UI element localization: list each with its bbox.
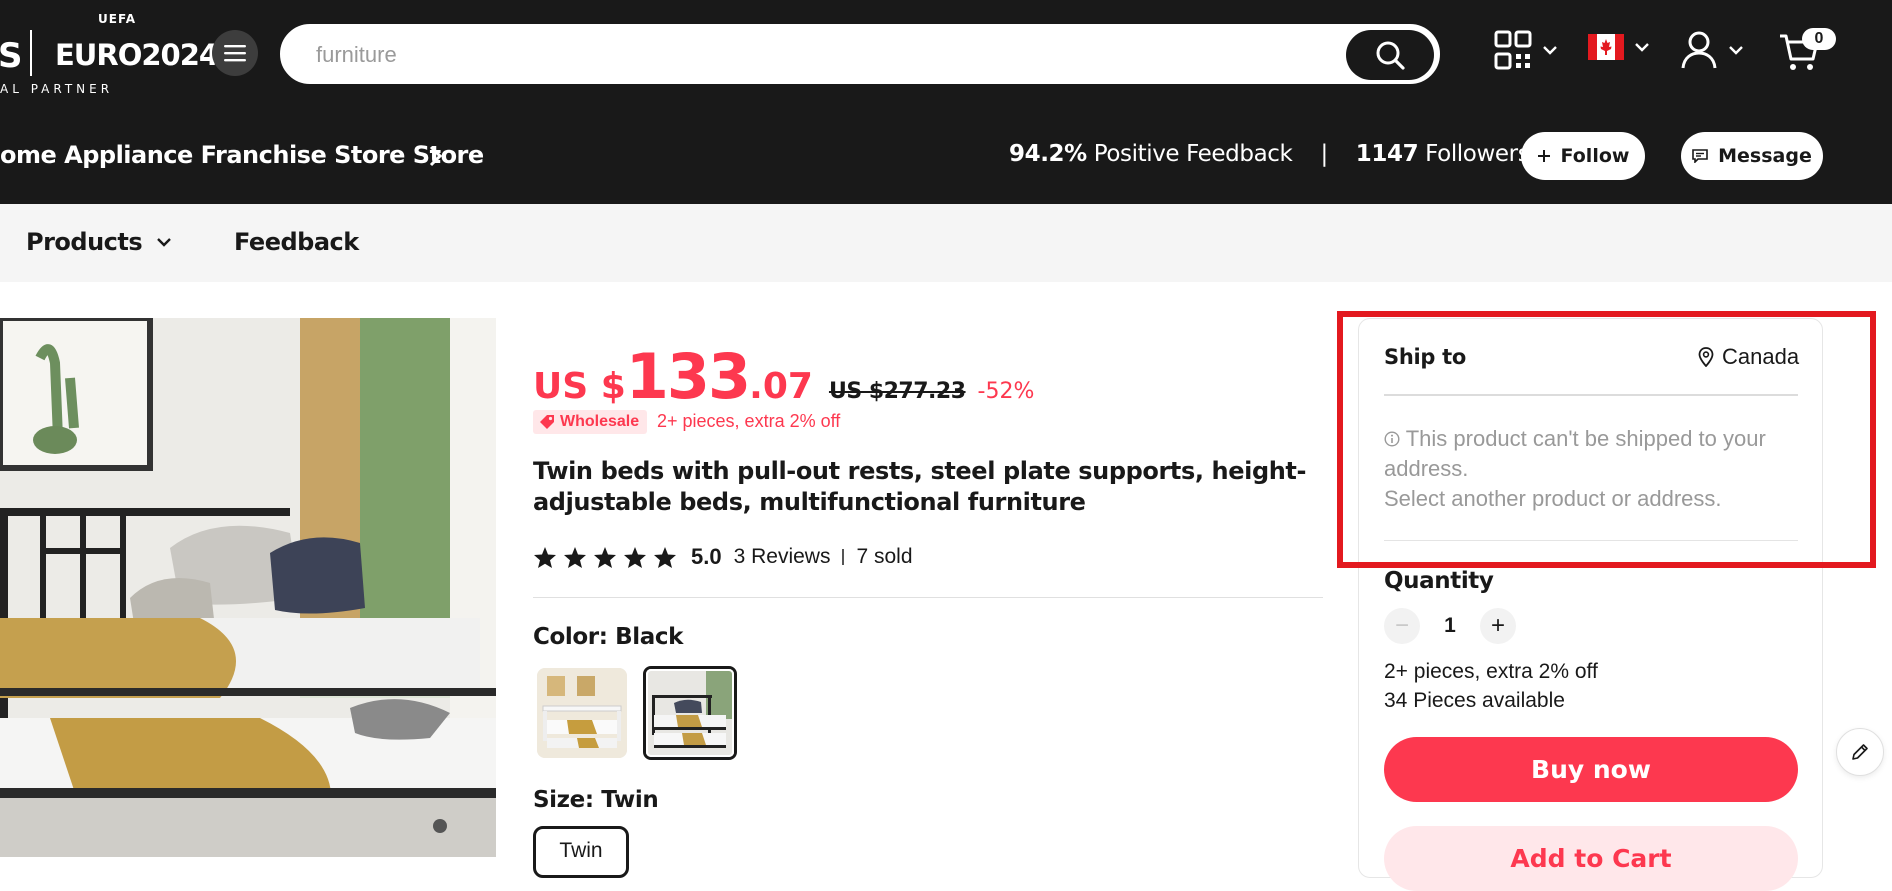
tag-icon [540, 415, 554, 429]
hamburger-icon [224, 45, 246, 62]
quantity-stepper: − 1 + [1384, 608, 1516, 644]
store-name-link[interactable]: ome Appliance Franchise Store Store [0, 141, 484, 169]
logo-divider [30, 30, 32, 76]
qr-code-menu[interactable] [1494, 30, 1558, 70]
shipping-notice: This product can't be shipped to your ad… [1384, 424, 1798, 514]
euro2024-logo: EURO2024™ [55, 38, 228, 72]
ship-country-label: Canada [1722, 344, 1800, 369]
add-to-cart-button[interactable]: Add to Cart [1384, 826, 1798, 891]
pencil-icon [1852, 744, 1868, 760]
star-icon [594, 546, 616, 568]
account-menu[interactable] [1680, 30, 1744, 70]
qr-code-icon [1494, 30, 1532, 70]
followers-count: 1147 [1355, 141, 1419, 167]
feedback-percentage: 94.2% [1009, 141, 1087, 167]
euro2024-text: EURO2024 [55, 38, 219, 72]
bed-illustration [0, 318, 496, 857]
divider [533, 597, 1323, 598]
quantity-increase-button[interactable]: + [1480, 608, 1516, 644]
user-icon [1681, 31, 1717, 69]
ship-to-label: Ship to [1384, 345, 1466, 369]
star-icon [654, 546, 676, 568]
search-input[interactable] [316, 38, 1316, 72]
nav-products[interactable]: Products [26, 228, 172, 256]
brand-logo-fragment[interactable]: S [0, 36, 23, 76]
product-title: Twin beds with pull-out rests, steel pla… [533, 457, 1307, 516]
star-icon [534, 546, 556, 568]
followers-label: Followers [1425, 141, 1530, 167]
message-icon [1692, 149, 1708, 163]
shipping-notice-line1: This product can't be shipped to your ad… [1384, 426, 1766, 481]
quantity-info: 2+ pieces, extra 2% off 34 Pieces availa… [1384, 657, 1598, 715]
star-icon [564, 546, 586, 568]
country-selector[interactable] [1588, 34, 1650, 60]
edit-button[interactable] [1836, 728, 1884, 776]
rating-separator [842, 549, 845, 565]
nav-products-label: Products [26, 228, 143, 256]
nav-feedback[interactable]: Feedback [234, 228, 359, 256]
rating-row: 5.0 3 Reviews 7 sold [533, 544, 913, 570]
info-icon [1384, 431, 1400, 447]
search-icon [1376, 41, 1405, 70]
location-pin-icon [1698, 347, 1714, 367]
follow-label: Follow [1560, 145, 1630, 167]
color-option-black[interactable] [643, 666, 737, 760]
product-main-image[interactable] [0, 318, 496, 857]
buy-now-button[interactable]: Buy now [1384, 737, 1798, 802]
sold-count: 7 sold [856, 545, 913, 568]
feedback-label: Positive Feedback [1093, 141, 1293, 167]
plus-icon [1537, 150, 1550, 162]
divider [1384, 540, 1798, 541]
rating-score: 5.0 [691, 544, 722, 569]
wholesale-badge: Wholesale [533, 410, 648, 434]
discount-percent: -52% [977, 379, 1035, 404]
nav-feedback-label: Feedback [234, 228, 359, 256]
chevron-down-icon [1729, 46, 1743, 55]
shipping-notice-line2: Select another product or address. [1384, 486, 1722, 511]
chevron-down-icon [1635, 43, 1649, 52]
quantity-decrease-button[interactable]: − [1384, 608, 1420, 644]
chevron-down-icon [157, 238, 172, 247]
star-icon [624, 546, 646, 568]
pieces-available: 34 Pieces available [1384, 689, 1565, 712]
wholesale-info: 2+ pieces, extra 2% off [1384, 660, 1598, 683]
color-thumbnail-image [537, 668, 627, 758]
price-row: US $ 133 .07 US $277.23 -52% [533, 340, 1034, 413]
star-rating [533, 546, 677, 569]
color-thumbnail-image [646, 669, 734, 757]
color-option-white[interactable] [537, 668, 627, 758]
menu-button[interactable] [212, 30, 258, 76]
wholesale-text: 2+ pieces, extra 2% off [657, 411, 841, 431]
price-currency: US $ [533, 366, 626, 407]
size-label: Size: Twin [533, 787, 659, 813]
color-label: Color: Black [533, 624, 683, 650]
partner-label: AL PARTNER [0, 82, 114, 96]
size-option-twin[interactable]: Twin [533, 826, 629, 878]
original-price: US $277.23 [828, 379, 966, 404]
store-stats: 94.2% Positive Feedback | 1147 Followers [1009, 141, 1530, 167]
ship-country-selector[interactable]: Canada [1698, 344, 1799, 370]
divider [1384, 394, 1798, 396]
search-bar [280, 24, 1440, 84]
chevron-right-icon [429, 145, 443, 167]
stats-separator: | [1320, 141, 1328, 167]
uefa-label: UEFA [98, 12, 137, 26]
quantity-label: Quantity [1384, 568, 1494, 594]
message-label: Message [1718, 145, 1812, 167]
message-button[interactable]: Message [1681, 132, 1823, 180]
price-decimal: .07 [749, 366, 813, 407]
follow-button[interactable]: Follow [1521, 132, 1645, 180]
chevron-down-icon [1543, 46, 1557, 55]
quantity-value[interactable]: 1 [1420, 614, 1480, 638]
cart-count-badge: 0 [1802, 28, 1836, 50]
canada-flag-icon [1588, 34, 1624, 60]
wholesale-badge-label: Wholesale [560, 413, 640, 430]
price-integer: 133 [625, 340, 751, 413]
search-button[interactable] [1346, 30, 1434, 80]
reviews-link[interactable]: 3 Reviews [734, 545, 831, 569]
